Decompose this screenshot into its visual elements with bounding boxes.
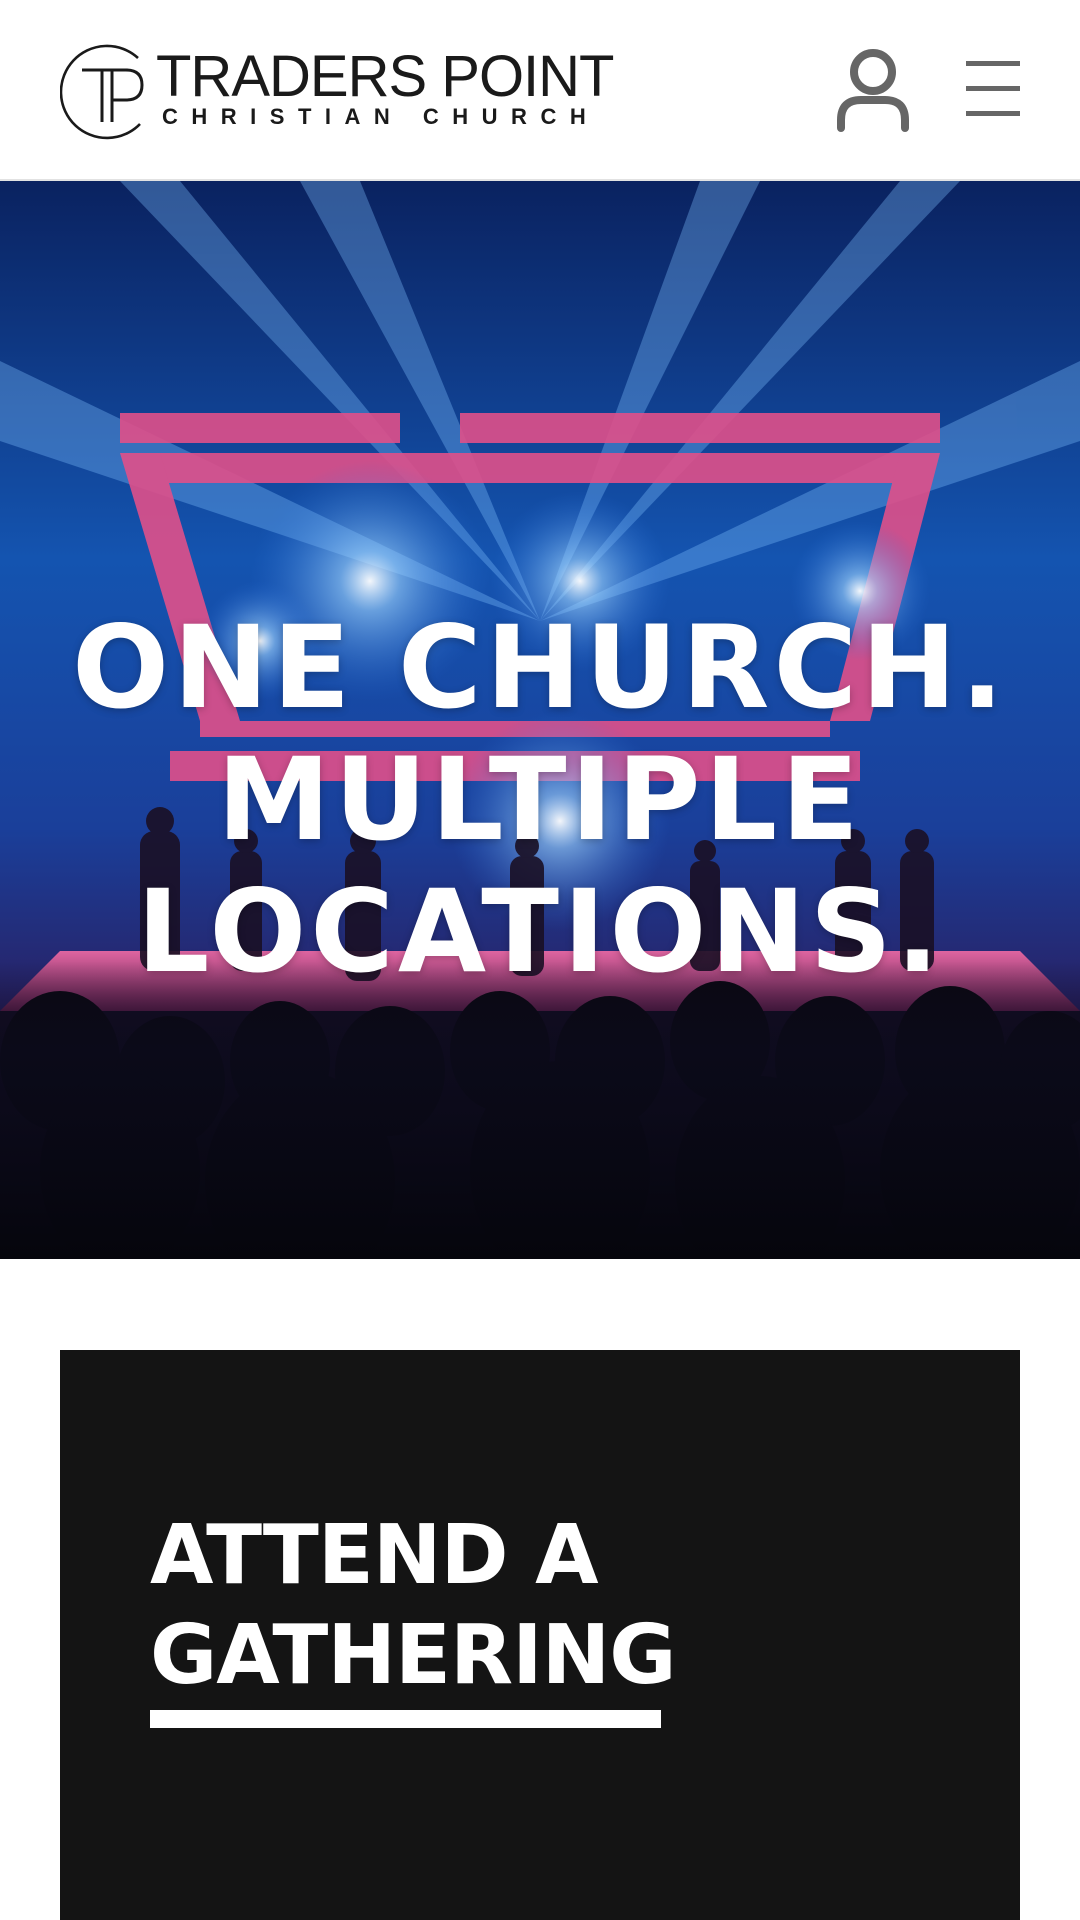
logo-monogram-icon bbox=[60, 44, 144, 140]
site-logo[interactable]: TRADERS POINT CHRISTIAN CHURCH bbox=[60, 40, 614, 140]
hero-title-line: MULTIPLE bbox=[216, 733, 864, 867]
hero-section: ONE CHURCH. MULTIPLE LOCATIONS. bbox=[0, 181, 1080, 1259]
logo-subtitle: CHRISTIAN CHURCH bbox=[162, 104, 600, 129]
attend-gathering-card: ATTEND A GATHERING bbox=[60, 1350, 1020, 1920]
heading-divider bbox=[150, 1710, 661, 1728]
logo-name: TRADERS POINT bbox=[156, 44, 614, 109]
hamburger-menu-icon bbox=[966, 61, 1020, 116]
hero-title: ONE CHURCH. MULTIPLE LOCATIONS. bbox=[0, 602, 1080, 998]
page: TRADERS POINT CHRISTIAN CHURCH ONE CHURC… bbox=[0, 0, 1080, 1920]
card-heading: ATTEND A GATHERING bbox=[150, 1506, 850, 1706]
hero-title-line: ONE CHURCH. bbox=[72, 601, 1008, 735]
card-heading-line: GATHERING bbox=[150, 1608, 677, 1704]
site-header: TRADERS POINT CHRISTIAN CHURCH bbox=[0, 0, 1080, 181]
hero-title-line: LOCATIONS. bbox=[136, 865, 944, 999]
account-button[interactable] bbox=[836, 48, 910, 132]
user-icon bbox=[837, 49, 909, 132]
menu-button[interactable] bbox=[962, 58, 1022, 120]
card-heading-line: ATTEND A bbox=[150, 1508, 599, 1604]
